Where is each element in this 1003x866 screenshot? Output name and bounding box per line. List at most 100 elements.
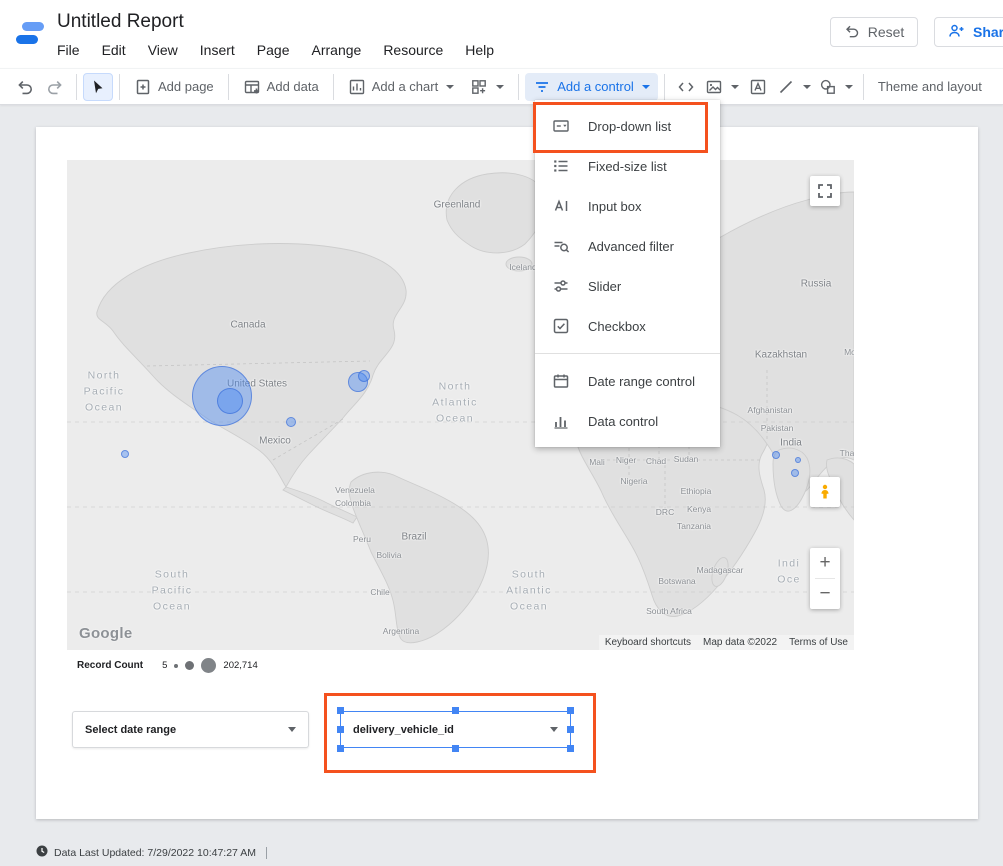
menu-insert[interactable]: Insert <box>189 40 246 60</box>
undo-arc-icon <box>844 23 860 42</box>
toolbar-divider <box>664 74 665 100</box>
map-bubble[interactable] <box>217 388 243 414</box>
image-icon <box>705 78 723 96</box>
menu-divider <box>535 353 720 354</box>
text-tool-button[interactable] <box>743 73 773 101</box>
footer-divider <box>266 847 267 859</box>
data-freshness-footer: Data Last Updated: 7/29/2022 10:47:27 AM <box>36 845 267 860</box>
menu-resource[interactable]: Resource <box>372 40 454 60</box>
select-tool-button[interactable] <box>83 73 113 101</box>
checkbox-icon <box>551 316 571 336</box>
map-bubble[interactable] <box>795 457 801 463</box>
vehicle-dropdown-box[interactable]: delivery_vehicle_id <box>340 711 571 748</box>
fullscreen-icon <box>818 184 832 198</box>
selection-handle[interactable] <box>452 707 459 714</box>
legend-min-value: 5 <box>162 660 167 671</box>
control-menu-item-data-control[interactable]: Data control <box>535 401 720 441</box>
toolbar-divider <box>863 74 864 100</box>
zoom-out-button[interactable]: − <box>810 579 840 609</box>
toolbar-divider <box>119 74 120 100</box>
selection-handle[interactable] <box>337 745 344 752</box>
add-data-label: Add data <box>267 79 319 94</box>
report-title[interactable]: Untitled Report <box>57 11 184 33</box>
terms-of-use-link[interactable]: Terms of Use <box>789 637 848 648</box>
toolbar-divider <box>228 74 229 100</box>
undo-button[interactable] <box>10 73 40 101</box>
vehicle-dropdown-control[interactable]: delivery_vehicle_id <box>340 711 571 748</box>
map-bubble[interactable] <box>286 417 296 427</box>
share-button[interactable]: Share <box>934 17 1003 47</box>
image-tool-button[interactable] <box>701 73 743 101</box>
data-studio-logo-icon[interactable] <box>13 16 47 50</box>
control-menu-item-label: Slider <box>588 279 621 294</box>
map-fullscreen-button[interactable] <box>810 176 840 206</box>
control-menu-item-date-range-control[interactable]: Date range control <box>535 361 720 401</box>
google-logo: Google <box>79 625 132 642</box>
map-attribution: Keyboard shortcuts Map data ©2022 Terms of… <box>599 635 854 650</box>
toolbar-divider <box>333 74 334 100</box>
embed-button[interactable] <box>671 73 701 101</box>
add-control-menu: Drop-down listFixed-size listInput boxAd… <box>535 100 720 447</box>
keyboard-shortcuts-link[interactable]: Keyboard shortcuts <box>605 637 691 648</box>
menu-edit[interactable]: Edit <box>91 40 137 60</box>
control-menu-item-advanced-filter[interactable]: Advanced filter <box>535 226 720 266</box>
add-control-button[interactable]: Add a control <box>525 73 658 101</box>
community-viz-icon <box>470 78 488 96</box>
world-map <box>67 160 854 650</box>
control-menu-item-checkbox[interactable]: Checkbox <box>535 306 720 346</box>
map-zoom-control: + − <box>810 548 840 609</box>
date-range-control-label: Select date range <box>85 724 176 736</box>
add-page-label: Add page <box>158 79 214 94</box>
control-menu-item-drop-down-list[interactable]: Drop-down list <box>535 106 720 146</box>
line-tool-button[interactable] <box>773 73 815 101</box>
add-chart-icon <box>348 78 366 96</box>
map-bubble[interactable] <box>791 469 799 477</box>
zoom-in-button[interactable]: + <box>810 548 840 578</box>
reset-button[interactable]: Reset <box>830 17 918 47</box>
add-control-label: Add a control <box>557 79 634 94</box>
app-window: Untitled Report FileEditViewInsertPageAr… <box>0 0 1003 866</box>
legend-title: Record Count <box>77 660 143 671</box>
map-bubble[interactable] <box>772 451 780 459</box>
menu-arrange[interactable]: Arrange <box>301 40 373 60</box>
menu-help[interactable]: Help <box>454 40 505 60</box>
theme-and-layout-button[interactable]: Theme and layout <box>878 79 982 94</box>
legend-dot-large <box>201 658 216 673</box>
menu-bar: FileEditViewInsertPageArrangeResourceHel… <box>46 40 505 60</box>
map-bubble[interactable] <box>121 450 129 458</box>
shape-tool-button[interactable] <box>815 73 857 101</box>
legend-dot-small <box>174 664 178 668</box>
control-menu-item-fixed-size-list[interactable]: Fixed-size list <box>535 146 720 186</box>
control-menu-item-slider[interactable]: Slider <box>535 266 720 306</box>
map-bubble[interactable] <box>358 370 370 382</box>
control-menu-item-label: Data control <box>588 414 658 429</box>
chevron-down-icon <box>845 85 853 89</box>
report-canvas[interactable]: GreenlandIcelandCanadaUnited StatesMexic… <box>36 127 978 819</box>
selection-handle[interactable] <box>337 707 344 714</box>
add-page-button[interactable]: Add page <box>126 73 222 101</box>
geo-bubble-map[interactable]: GreenlandIcelandCanadaUnited StatesMexic… <box>67 160 854 650</box>
redo-button[interactable] <box>40 73 70 101</box>
menu-view[interactable]: View <box>137 40 189 60</box>
map-data-copyright: Map data ©2022 <box>703 637 777 648</box>
cursor-icon <box>90 79 106 95</box>
add-data-button[interactable]: Add data <box>235 73 327 101</box>
selection-handle[interactable] <box>567 726 574 733</box>
date-range-control[interactable]: Select date range <box>72 711 309 748</box>
add-chart-label: Add a chart <box>372 79 439 94</box>
chevron-down-icon <box>446 85 454 89</box>
input-box-icon <box>551 196 571 216</box>
control-menu-item-input-box[interactable]: Input box <box>535 186 720 226</box>
community-visualizations-button[interactable] <box>462 73 512 101</box>
add-page-icon <box>134 78 152 96</box>
add-chart-button[interactable]: Add a chart <box>340 73 463 101</box>
selection-handle[interactable] <box>337 726 344 733</box>
selection-handle[interactable] <box>567 745 574 752</box>
date-range-icon <box>551 371 571 391</box>
menu-file[interactable]: File <box>46 40 91 60</box>
menu-page[interactable]: Page <box>246 40 301 60</box>
selection-handle[interactable] <box>452 745 459 752</box>
selection-handle[interactable] <box>567 707 574 714</box>
pegman-button[interactable] <box>810 477 840 507</box>
toolbar: Add page Add data Add a chart <box>0 68 1003 105</box>
